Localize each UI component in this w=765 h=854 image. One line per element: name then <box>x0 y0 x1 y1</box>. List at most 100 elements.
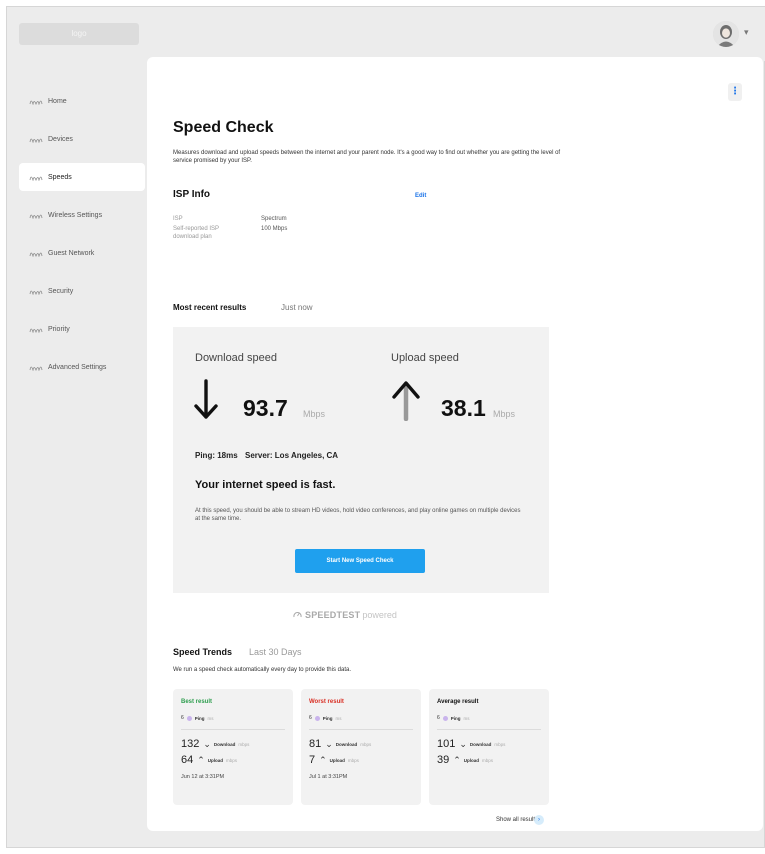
download-label: Download <box>469 741 492 747</box>
top-bar: logo ▾ <box>7 7 765 61</box>
download-value: 81 <box>309 738 322 750</box>
page-title: Speed Check <box>173 119 274 136</box>
upload-arrow-icon <box>391 379 421 426</box>
wifi-icon <box>29 287 43 295</box>
ping-unit: ms <box>207 715 214 721</box>
sidebar-item-priority[interactable]: Priority <box>19 315 145 343</box>
trend-upload-row: 64 ⌃ Upload mbps <box>181 754 285 766</box>
upload-unit: mbps <box>226 757 238 763</box>
download-label: Download <box>213 741 236 747</box>
upload-chevron-icon: ⌃ <box>197 754 205 765</box>
sidebar-item-wireless-settings[interactable]: Wireless Settings <box>19 201 145 229</box>
ping-dot-icon <box>442 715 448 721</box>
user-avatar-icon <box>713 21 739 47</box>
ping-result: Ping: 18ms <box>195 451 238 460</box>
isp-edit-link[interactable]: Edit <box>415 193 426 199</box>
download-chevron-icon: ⌄ <box>203 738 211 749</box>
isp-info-title: ISP Info <box>173 189 211 200</box>
download-chevron-icon: ⌄ <box>459 738 467 749</box>
ping-label: Ping <box>194 715 205 721</box>
ping-dot-icon <box>186 715 192 721</box>
upload-unit: mbps <box>347 757 359 763</box>
trend-card-average: Average result 6 Ping ms 101 ⌄ Download … <box>429 689 549 805</box>
wifi-icon <box>29 97 43 105</box>
wifi-icon <box>29 135 43 143</box>
divider <box>309 729 413 730</box>
upload-value: 38.1 <box>441 395 486 421</box>
chevron-right-icon[interactable]: › <box>534 815 544 825</box>
download-value: 101 <box>437 738 456 750</box>
speedtest-brand-text: SPEEDTEST <box>305 610 361 620</box>
trend-ping-row: 6 Ping ms <box>309 715 413 721</box>
avatar[interactable] <box>713 21 739 47</box>
isp-key: ISP <box>173 216 183 222</box>
upload-chevron-icon: ⌃ <box>453 754 461 765</box>
download-chevron-icon: ⌄ <box>325 738 333 749</box>
sidebar-item-devices[interactable]: Devices <box>19 125 145 153</box>
wifi-icon <box>29 211 43 219</box>
speedtest-powered-logo: SPEEDTEST powered <box>293 610 397 620</box>
trend-download-row: 132 ⌄ Download mbps <box>181 738 285 750</box>
sidebar-item-security[interactable]: Security <box>19 277 145 305</box>
speed-verdict: Your internet speed is fast. <box>195 479 336 491</box>
sidebar-item-label: Advanced Settings <box>48 363 107 371</box>
download-unit: mbps <box>360 741 372 747</box>
speed-trends-title: Speed Trends <box>173 647 233 657</box>
show-all-results-link[interactable]: Show all results <box>496 817 538 823</box>
sidebar-nav: Home Devices Speeds Wireless Settings Gu… <box>19 87 145 391</box>
more-options-icon[interactable]: ⋮ <box>728 83 742 101</box>
trend-download-row: 101 ⌄ Download mbps <box>437 738 541 750</box>
sidebar-item-label: Priority <box>48 325 70 333</box>
sidebar-item-speeds[interactable]: Speeds <box>19 163 145 191</box>
trend-upload-row: 39 ⌃ Upload mbps <box>437 754 541 766</box>
download-label: Download <box>335 741 358 747</box>
upload-label: Upload <box>207 757 224 763</box>
download-value: 132 <box>181 738 200 750</box>
speed-trends-description: We run a speed check automatically every… <box>173 667 351 673</box>
sidebar-item-label: Speeds <box>48 173 72 181</box>
trend-upload-row: 7 ⌃ Upload mbps <box>309 754 413 766</box>
upload-unit: mbps <box>482 757 494 763</box>
isp-plan-value: 100 Mbps <box>261 226 288 232</box>
upload-label: Upload <box>329 757 345 763</box>
upload-chevron-icon: ⌃ <box>319 754 327 765</box>
trend-download-row: 81 ⌄ Download mbps <box>309 738 413 750</box>
upload-value: 7 <box>309 754 316 766</box>
wifi-icon <box>29 249 43 257</box>
start-speed-check-button[interactable]: Start New Speed Check <box>295 549 425 573</box>
ping-value: 6 <box>181 715 184 721</box>
server-result: Server: Los Angeles, CA <box>245 451 339 460</box>
page-description: Measures download and upload speeds betw… <box>173 150 561 164</box>
upload-label: Upload speed <box>391 352 459 364</box>
recent-results-time: Just now <box>281 303 313 312</box>
speedtest-gauge-icon <box>293 610 302 620</box>
app-window: logo ▾ Home Devices Speeds Wireless Sett… <box>6 6 765 848</box>
logo: logo <box>19 23 139 45</box>
upload-label: Upload <box>463 757 480 763</box>
speed-trends-range: Last 30 Days <box>249 647 302 657</box>
trend-date: Jul 1 at 3:31PM <box>309 774 348 780</box>
download-label: Download speed <box>195 352 277 364</box>
ping-value: 6 <box>437 715 440 721</box>
trend-card-title: Best result <box>181 699 213 705</box>
download-unit: mbps <box>494 741 506 747</box>
sidebar-item-home[interactable]: Home <box>19 87 145 115</box>
sidebar-item-advanced-settings[interactable]: Advanced Settings <box>19 353 145 381</box>
ping-value: 6 <box>309 715 312 721</box>
wifi-icon <box>29 363 43 371</box>
divider <box>437 729 541 730</box>
download-unit: Mbps <box>303 409 326 419</box>
isp-value: Spectrum <box>261 216 287 222</box>
wifi-icon <box>29 325 43 333</box>
speed-verdict-description: At this speed, you should be able to str… <box>195 508 521 522</box>
wifi-icon <box>29 173 43 181</box>
recent-results-title: Most recent results <box>173 303 247 312</box>
download-unit: mbps <box>238 741 250 747</box>
isp-plan-key: Self-reported ISP download plan <box>173 226 219 240</box>
download-arrow-icon <box>193 379 219 426</box>
ping-dot-icon <box>314 715 320 721</box>
sidebar-item-guest-network[interactable]: Guest Network <box>19 239 145 267</box>
chevron-down-icon[interactable]: ▾ <box>744 27 749 38</box>
sidebar-item-label: Home <box>48 97 67 105</box>
sidebar-item-label: Devices <box>48 135 73 143</box>
